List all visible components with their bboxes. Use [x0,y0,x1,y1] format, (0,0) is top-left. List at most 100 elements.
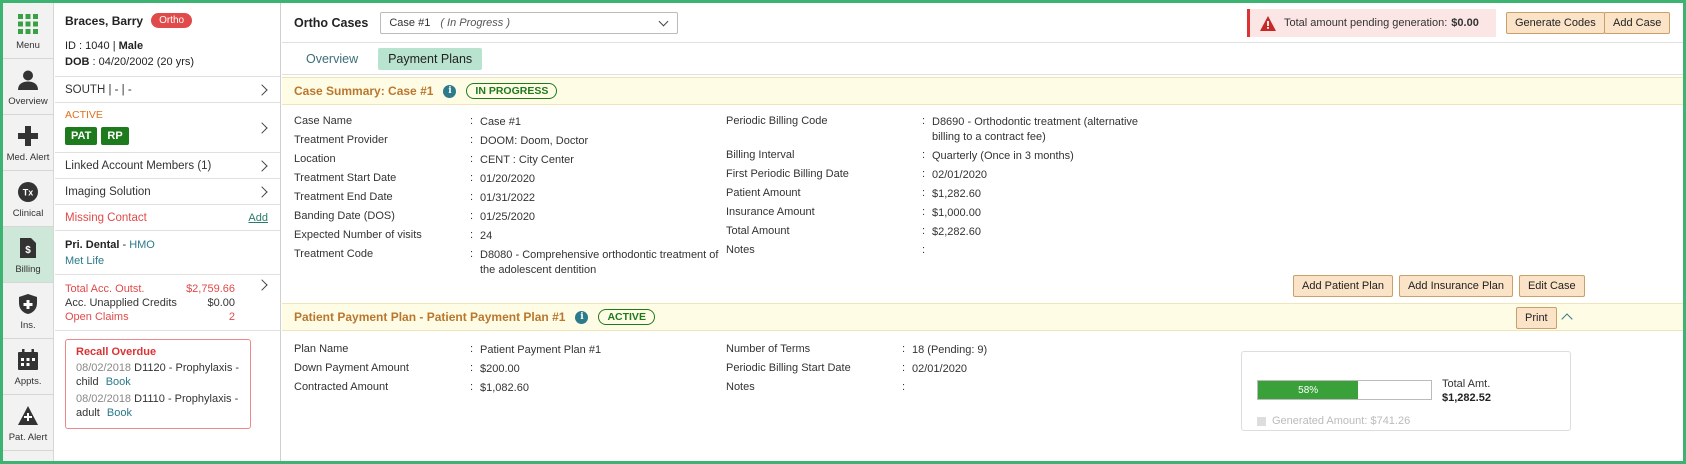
chevron-up-icon[interactable] [1561,313,1573,325]
patient-plan-header: Patient Payment Plan - Patient Payment P… [282,303,1683,331]
nav-overview[interactable]: Overview [3,59,53,115]
tab-overview[interactable]: Overview [296,48,368,70]
nav-billing[interactable]: $ Billing [3,227,53,283]
info-icon[interactable]: i [575,310,589,324]
patient-status: ACTIVE [65,109,103,121]
field-value: 01/31/2022 [480,192,536,204]
imaging-label: Imaging Solution [65,186,151,198]
nav-appointments[interactable]: Appts. [3,339,53,395]
location-row[interactable]: SOUTH | - | - [55,77,280,103]
unapplied-label: Acc. Unapplied Credits [65,297,177,309]
case-select[interactable]: Case #1 ( In Progress ) [380,11,679,34]
nav-label: Billing [15,263,41,275]
page-title: Ortho Cases [294,15,369,30]
generated-amount-label: Generated Amount: $741.26 [1272,415,1411,427]
imaging-row[interactable]: Imaging Solution [55,179,280,205]
total-amount-label: Total Amt. [1442,378,1491,390]
field-value: 01/20/2020 [480,173,536,185]
unapplied-value: $0.00 [207,297,235,309]
case-actions: Add Patient Plan Add Insurance Plan Edit… [1293,275,1585,297]
field-value: Case #1 [480,116,521,128]
patient-plan-title: Patient Payment Plan - Patient Payment P… [294,310,566,324]
tab-payment-plans[interactable]: Payment Plans [378,47,483,70]
generate-codes-button[interactable]: Generate Codes [1506,12,1605,34]
plan-progress-bar: 58% [1257,380,1432,400]
edit-case-button[interactable]: Edit Case [1518,275,1585,297]
field-label: Periodic Billing Start Date [726,362,851,374]
field-value: Quarterly (Once in 3 months) [932,150,1074,162]
book-link[interactable]: Book [106,376,131,388]
patient-name[interactable]: Braces, Barry [65,14,143,28]
book-link[interactable]: Book [107,407,132,419]
id-value: 1040 [85,40,110,52]
gender: Male [118,40,144,52]
missing-contact-row: Missing Contact Add [55,205,280,231]
field-label: Number of Terms [726,343,811,355]
chevron-down-icon [658,16,669,26]
linked-accounts-label: Linked Account Members (1) [65,160,212,172]
nav-label: Clinical [12,207,44,219]
pri-dental-label: Pri. Dental [65,239,120,251]
nav-label: Med. Alert [6,151,50,163]
nav-med-alert[interactable]: Med. Alert [3,115,53,171]
field-label: Treatment End Date [294,191,393,203]
tag-pat[interactable]: PAT [65,127,98,145]
info-icon[interactable]: i [443,84,457,98]
chevron-right-icon [256,153,272,178]
field-label: Treatment Start Date [294,172,397,184]
patient-id-line: ID : 1040 | Male [65,40,144,52]
alert-triangle-icon [15,403,41,429]
insurer-name[interactable]: Met Life [65,255,270,267]
field-value: 02/01/2020 [932,169,988,181]
add-insurance-plan-button[interactable]: Add Insurance Plan [1398,275,1513,297]
pending-generation-banner: Total amount pending generation: $0.00 [1247,9,1496,37]
field-value: D8690 - Orthodontic treatment (alternati… [932,116,1139,143]
field-value: $1,000.00 [932,207,981,219]
linked-accounts-row[interactable]: Linked Account Members (1) [55,153,280,179]
case-summary-header: Case Summary: Case #1 i IN PROGRESS [282,77,1683,105]
total-outstanding-label: Total Acc. Outst. [65,283,145,295]
field-value: 24 [480,230,493,242]
field-label: Notes [726,244,755,256]
field-label: Insurance Amount [726,206,815,218]
field-value: Patient Payment Plan #1 [480,344,602,356]
status-row[interactable]: ACTIVE PAT RP [55,103,280,153]
field-label: Billing Interval [726,149,795,161]
add-case-button[interactable]: Add Case [1604,12,1671,34]
chevron-right-icon [256,103,272,152]
insurance-row: Pri. Dental - HMO Met Life [55,231,280,275]
field-label: Patient Amount [726,187,801,199]
nav-insurance[interactable]: Ins. [3,283,53,339]
tag-rp[interactable]: RP [101,127,129,145]
field-label: Total Amount [726,225,790,237]
field-value: $1,082.60 [480,382,529,394]
nav-menu[interactable]: Menu [3,3,53,59]
nav-pat-alert[interactable]: Pat. Alert [3,395,53,451]
total-outstanding-value: $2,759.66 [186,283,235,295]
grid-icon [15,11,41,37]
warning-icon [1260,15,1276,31]
id-label: ID [65,40,76,52]
pending-amount: $0.00 [1451,17,1479,29]
field-value: DOOM: Doom, Doctor [480,135,589,147]
field-value: $1,282.60 [932,188,981,200]
case-summary-title: Case Summary: Case #1 [294,84,434,98]
add-patient-plan-button[interactable]: Add Patient Plan [1293,275,1393,297]
pri-dental-plan: HMO [129,239,155,251]
field-label: Plan Name [294,343,349,355]
top-bar: Ortho Cases Case #1 ( In Progress ) Tota… [282,3,1683,43]
nav-clinical[interactable]: Tx Clinical [3,171,53,227]
case-summary-body: Case Name: Case #1 Treatment Provider: DOO… [282,105,1683,297]
tx-icon: Tx [15,179,41,205]
recall-item: 08/02/2018 D1120 - Prophylaxis - child B… [76,361,240,389]
recall-overdue-box: Recall Overdue 08/02/2018 D1120 - Prophy… [65,339,251,429]
field-value: 01/25/2020 [480,211,536,223]
print-button[interactable]: Print [1516,307,1557,329]
field-value: 18 (Pending: 9) [912,344,988,356]
recall-item: 08/02/2018 D1110 - Prophylaxis - adult B… [76,392,240,420]
app-frame: Menu Overview Med. Alert Tx Clinical $ B… [0,0,1686,464]
field-value: $2,282.60 [932,226,981,238]
add-contact-link[interactable]: Add [248,205,268,231]
account-summary-row[interactable]: Total Acc. Outst. $2,759.66 Acc. Unapplie… [55,275,280,331]
patient-dob-line: DOB : 04/20/2002 (20 yrs) [65,56,195,68]
